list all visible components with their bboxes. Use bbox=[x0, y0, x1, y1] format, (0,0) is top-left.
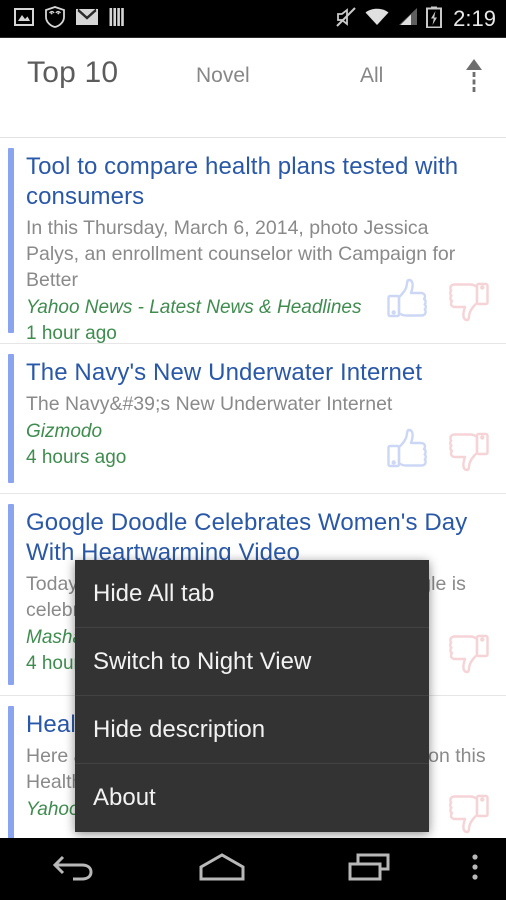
card-accent-bar bbox=[8, 354, 14, 483]
nav-back-button[interactable] bbox=[0, 838, 148, 900]
card-accent-bar bbox=[8, 706, 14, 838]
thumbs-down-icon[interactable] bbox=[444, 787, 494, 837]
status-bar-clock: 2:19 bbox=[453, 6, 496, 31]
arrow-up-dashed-icon bbox=[461, 57, 487, 104]
thumbs-up-icon[interactable] bbox=[382, 425, 432, 475]
signal-icon bbox=[397, 7, 419, 32]
menu-item-hide-description[interactable]: Hide description bbox=[75, 696, 429, 764]
back-icon bbox=[51, 851, 97, 888]
status-bar: 2:19 bbox=[0, 0, 506, 38]
menu-item-label: About bbox=[93, 784, 156, 811]
thumbs-up-icon[interactable] bbox=[382, 275, 432, 325]
thumbs-down-icon[interactable] bbox=[444, 425, 494, 475]
card-accent-bar bbox=[8, 504, 14, 685]
news-card[interactable]: The Navy's New Underwater Internet The N… bbox=[0, 344, 506, 494]
menu-item-label: Hide description bbox=[93, 715, 266, 743]
news-title[interactable]: The Navy's New Underwater Internet bbox=[26, 358, 486, 388]
thumbs-down-icon[interactable] bbox=[444, 627, 494, 677]
bars-icon bbox=[109, 7, 127, 32]
vote-buttons bbox=[382, 275, 494, 325]
scroll-to-top-button[interactable] bbox=[450, 54, 498, 106]
shield-icon bbox=[45, 5, 65, 33]
menu-item-label: Switch to Night View bbox=[93, 647, 312, 675]
news-title[interactable]: Google Doodle Celebrates Women's Day Wit… bbox=[26, 508, 486, 568]
tab-all[interactable]: All bbox=[360, 64, 383, 88]
vote-buttons bbox=[382, 425, 494, 475]
recents-icon bbox=[346, 851, 394, 888]
wifi-icon bbox=[364, 7, 390, 32]
android-navigation-bar bbox=[0, 838, 506, 900]
menu-item-hide-all-tab[interactable]: Hide All tab bbox=[75, 560, 429, 628]
tab-top-10[interactable]: Top 10 bbox=[27, 56, 118, 90]
thumbs-down-icon[interactable] bbox=[444, 275, 494, 325]
menu-item-about[interactable]: About bbox=[75, 764, 429, 832]
home-icon bbox=[198, 851, 246, 888]
overflow-menu-icon bbox=[470, 851, 480, 888]
status-bar-left-icons bbox=[14, 5, 335, 33]
news-title[interactable]: Tool to compare health plans tested with… bbox=[26, 152, 486, 212]
news-card[interactable]: Tool to compare health plans tested with… bbox=[0, 138, 506, 344]
tab-bar: Top 10 Novel All bbox=[0, 38, 506, 138]
overflow-popup-menu[interactable]: Hide All tab Switch to Night View Hide d… bbox=[75, 560, 429, 832]
nav-home-button[interactable] bbox=[148, 838, 296, 900]
status-bar-right-icons: 2:19 bbox=[335, 6, 496, 33]
tab-novel[interactable]: Novel bbox=[196, 64, 250, 88]
screenshot-icon bbox=[14, 7, 34, 31]
menu-item-switch-to-night-view[interactable]: Switch to Night View bbox=[75, 628, 429, 696]
news-description: The Navy&#39;s New Underwater Internet bbox=[26, 393, 393, 415]
nav-overflow-button[interactable] bbox=[444, 838, 506, 900]
nav-recents-button[interactable] bbox=[296, 838, 444, 900]
card-accent-bar bbox=[8, 148, 14, 333]
gmail-icon bbox=[76, 7, 98, 31]
battery-charging-icon bbox=[426, 6, 443, 33]
mute-icon bbox=[335, 6, 357, 33]
menu-item-label: Hide All tab bbox=[93, 579, 215, 607]
